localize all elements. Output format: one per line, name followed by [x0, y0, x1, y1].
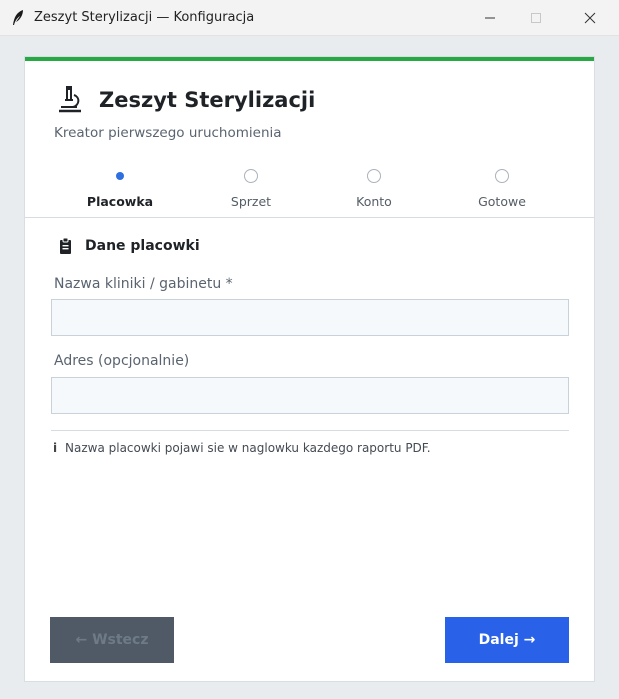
subtitle: Kreator pierwszego uruchomienia: [54, 125, 282, 141]
info-icon: i: [53, 441, 58, 455]
clinic-name-input[interactable]: [51, 299, 569, 336]
step-label: Gotowe: [478, 194, 526, 209]
info-separator: [51, 430, 569, 431]
clinic-name-label: Nazwa kliniki / gabinetu *: [54, 276, 233, 292]
window-title: Zeszyt Sterylizacji — Konfiguracja: [34, 10, 255, 25]
close-button[interactable]: [567, 0, 613, 36]
maximize-icon: [531, 13, 541, 23]
close-icon: [584, 12, 596, 24]
accent-bar: [25, 57, 594, 61]
step-indicator: [495, 169, 509, 183]
address-input[interactable]: [51, 377, 569, 414]
app-title: Zeszyt Sterylizacji: [99, 88, 316, 112]
section-title: Dane placowki: [85, 238, 200, 254]
address-label: Adres (opcjonalnie): [54, 353, 190, 369]
maximize-button[interactable]: [513, 0, 559, 36]
step-label: Placowka: [86, 194, 154, 209]
clipboard-icon: [60, 237, 71, 254]
minimize-icon: [485, 17, 495, 19]
stepper-divider: [25, 217, 594, 218]
wizard-card: Zeszyt Sterylizacji Kreator pierwszego u…: [24, 56, 595, 682]
next-button[interactable]: Dalej →: [445, 617, 569, 663]
step-indicator: [367, 169, 381, 183]
microscope-icon: [59, 86, 81, 113]
info-text: Nazwa placowki pojawi sie w naglowku kaz…: [65, 441, 431, 455]
feather-icon: [13, 10, 23, 25]
title-bar: Zeszyt Sterylizacji — Konfiguracja: [0, 0, 619, 36]
step-label: Konto: [356, 194, 392, 209]
minimize-button[interactable]: [467, 0, 513, 36]
step-indicator-active: [113, 169, 127, 183]
back-button[interactable]: ← Wstecz: [50, 617, 174, 663]
step-indicator: [244, 169, 258, 183]
step-label: Sprzet: [230, 194, 272, 209]
